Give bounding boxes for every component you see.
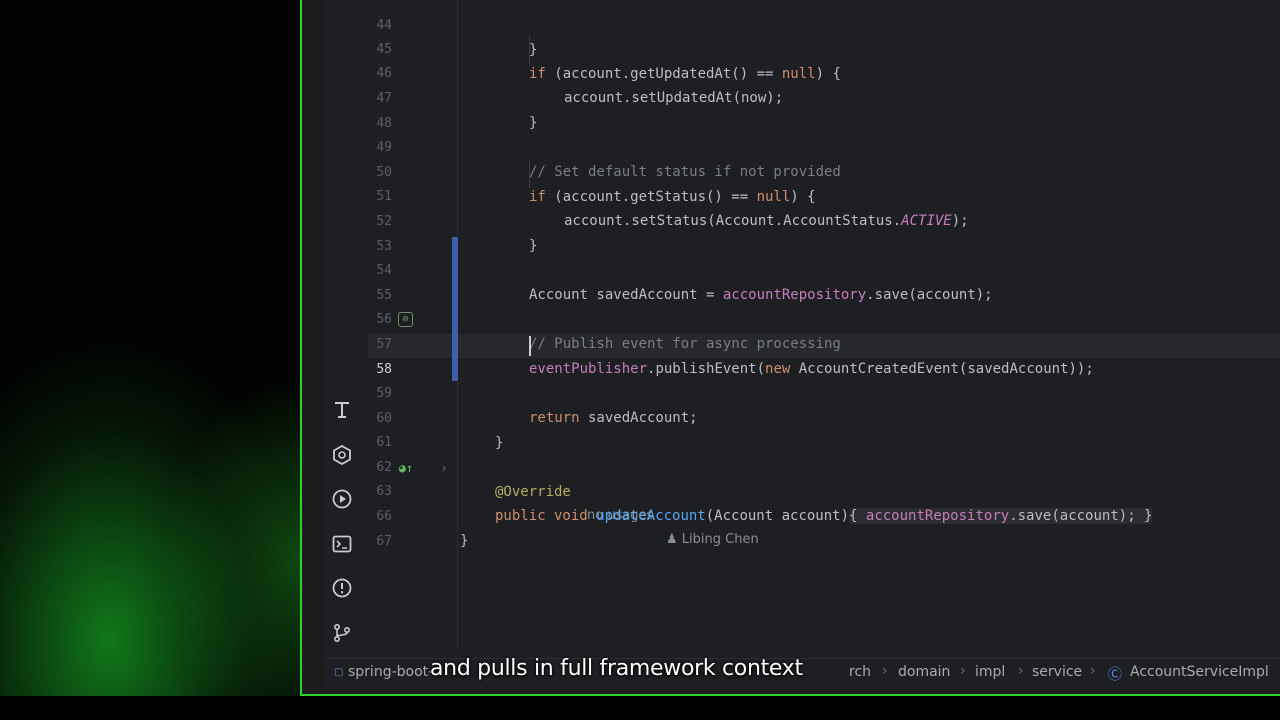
breadcrumb-domain[interactable]: domain	[898, 664, 950, 680]
code-line: 62 @Override no usages ♟ Libing Chen	[368, 432, 1280, 547]
breadcrumb-separator: ›	[1090, 663, 1096, 679]
chevron-right-icon[interactable]: ›	[436, 460, 452, 476]
code-line: 50 if (account.getStatus() == null) {	[368, 137, 1280, 205]
breadcrumb-separator: ›	[882, 663, 888, 679]
line-number: 67	[376, 534, 392, 549]
code-line: 46 account.setUpdatedAt(now);	[368, 38, 1280, 106]
code-line: 59 return savedAccount;	[368, 358, 1280, 426]
code-line: 56 // Publish event for async processing	[368, 284, 1280, 352]
git-icon[interactable]	[330, 621, 354, 645]
module-icon: ▢	[334, 667, 344, 678]
text-caret	[529, 336, 531, 356]
code-line: 61	[368, 407, 1280, 450]
code-line: 60 }	[368, 383, 1280, 451]
code-line: 57 eventPublisher.publishEvent(new Accou…	[368, 309, 1280, 377]
run-icon[interactable]	[330, 487, 354, 511]
breadcrumb-class[interactable]: AccountServiceImpl	[1130, 664, 1269, 680]
code-line: 47 }	[368, 63, 1280, 131]
code-line: 48	[368, 88, 1280, 131]
code-line: 44 }	[368, 0, 1280, 58]
code-line: 67	[368, 506, 1280, 549]
terminal-icon[interactable]	[330, 532, 354, 556]
video-subtitle: and pulls in full framework context	[430, 656, 803, 681]
plugin-icon[interactable]	[330, 443, 354, 467]
breadcrumb-separator: ›	[960, 663, 966, 679]
code-text: }	[460, 533, 469, 549]
code-line: 53	[368, 211, 1280, 254]
code-line: 45 if (account.getUpdatedAt() == null) {	[368, 14, 1280, 82]
code-line: 54 Account savedAccount = accountReposit…	[368, 235, 1280, 303]
code-line: 49 // Set default status if not provided	[368, 112, 1280, 180]
tool-window-strip	[324, 0, 368, 658]
author-hint[interactable]: ♟ Libing Chen	[666, 528, 759, 552]
user-icon: ♟	[666, 532, 682, 547]
code-line: 51 account.setStatus(Account.AccountStat…	[368, 161, 1280, 229]
letterbox-bar	[0, 696, 1280, 720]
breadcrumb-separator: ›	[1018, 663, 1024, 679]
code-line: 52 }	[368, 186, 1280, 254]
problems-icon[interactable]	[330, 576, 354, 600]
breadcrumb-impl[interactable]: impl	[975, 664, 1005, 680]
code-line: 63 public void updateAccount(Account acc…	[368, 456, 1280, 524]
code-line: 66 }	[368, 481, 1280, 549]
spring-bean-icon[interactable]: ◎	[398, 312, 413, 327]
breadcrumb-service[interactable]: service	[1032, 664, 1082, 680]
class-icon: Ⓒ	[1108, 667, 1122, 683]
breadcrumb-module[interactable]: spring-boot-	[348, 664, 433, 680]
code-line: 58	[368, 334, 1280, 377]
author-name: Libing Chen	[681, 532, 759, 547]
code-line: 55	[368, 260, 1280, 303]
text-tool-icon[interactable]	[330, 398, 354, 422]
implements-icon[interactable]: ◕↑	[398, 460, 414, 476]
